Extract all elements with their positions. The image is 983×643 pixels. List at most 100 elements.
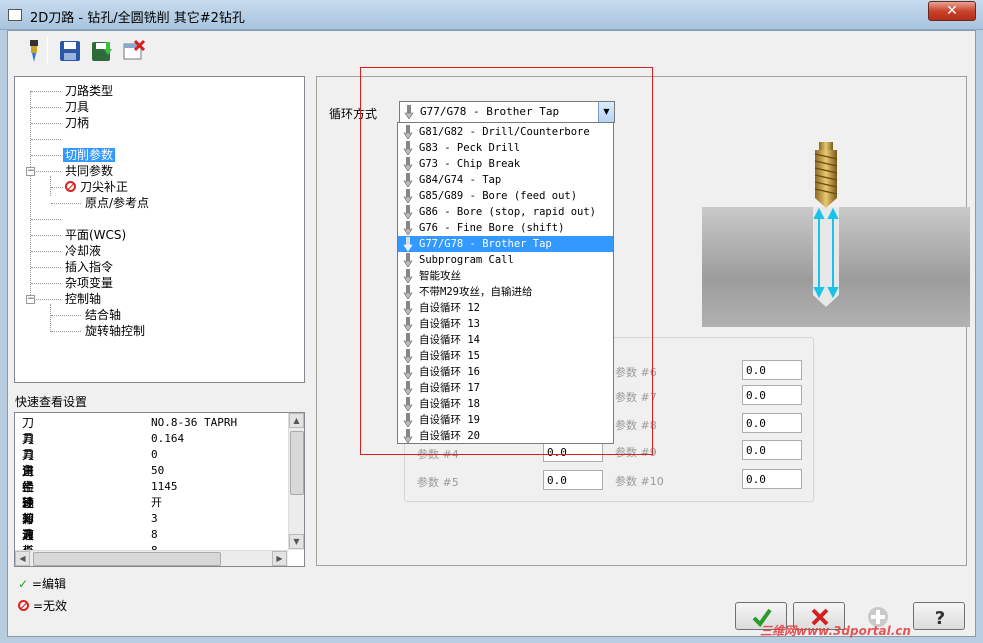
- param-label: 参数 #8: [615, 419, 657, 432]
- tree-item-origin[interactable]: 原点/参考点: [85, 195, 149, 211]
- save-icon[interactable]: [58, 39, 82, 63]
- help-question-icon: ?: [935, 608, 945, 628]
- dropdown-option[interactable]: 自设循环 19: [398, 412, 613, 428]
- dropdown-option[interactable]: 不带M29攻丝，自输进给: [398, 284, 613, 300]
- chevron-down-icon[interactable]: ▼: [598, 102, 614, 122]
- dropdown-option[interactable]: G86 - Bore (stop, rapid out): [398, 204, 613, 220]
- drill-tool-icon[interactable]: [22, 39, 46, 63]
- scroll-down-icon[interactable]: ▼: [289, 534, 304, 549]
- vertical-scrollbar[interactable]: ▲ ▼: [288, 413, 304, 550]
- tree-item-toolpath-type[interactable]: 刀路类型: [65, 83, 113, 99]
- tree-guide: [31, 235, 61, 236]
- tree-item-canned-text[interactable]: 插入指令: [65, 259, 113, 275]
- dropdown-option[interactable]: G83 - Peck Drill: [398, 140, 613, 156]
- scroll-thumb[interactable]: [33, 552, 221, 566]
- tree-item-axis-combo[interactable]: 结合轴: [85, 307, 121, 323]
- quick-view-title: 快速查看设置: [15, 395, 88, 409]
- tree-item-tool[interactable]: 刀具: [65, 99, 89, 115]
- option-label: 自设循环 19: [419, 414, 480, 426]
- tree-guide: [51, 331, 81, 332]
- watermark-text: 三维网www.3dportal.cn: [760, 624, 911, 638]
- dropdown-option[interactable]: G85/G89 - Bore (feed out): [398, 188, 613, 204]
- legend-edit-label: =编辑: [31, 577, 66, 591]
- help-button[interactable]: ?: [913, 602, 965, 630]
- param-label: 参数 #7: [615, 391, 657, 404]
- close-button[interactable]: ✕: [928, 1, 976, 21]
- tree-item-axis-control[interactable]: 控制轴: [65, 291, 101, 307]
- tap-icon: [403, 205, 413, 219]
- scroll-right-icon[interactable]: ▶: [272, 551, 287, 566]
- scroll-thumb[interactable]: [290, 431, 304, 495]
- dropdown-option[interactable]: G84/G74 - Tap: [398, 172, 613, 188]
- cycle-selected-value: G77/G78 - Brother Tap: [420, 105, 560, 118]
- disabled-icon: [65, 181, 76, 192]
- param-6-input[interactable]: 0.0: [742, 360, 802, 380]
- param-4-input[interactable]: 0.0: [543, 442, 603, 462]
- tree-item-common-params[interactable]: 共同参数: [65, 163, 113, 179]
- dropdown-option[interactable]: 智能攻丝: [398, 268, 613, 284]
- dropdown-option[interactable]: 自设循环 18: [398, 396, 613, 412]
- option-label: G76 - Fine Bore (shift): [419, 222, 565, 234]
- dropdown-option[interactable]: 自设循环 20: [398, 428, 613, 444]
- scroll-left-icon[interactable]: ◀: [15, 551, 30, 566]
- tree-item-label: 刀尖补正: [80, 180, 129, 194]
- option-label: 不带M29攻丝，自输进给: [419, 286, 533, 298]
- tree-item-rotary-axis[interactable]: 旋转轴控制: [85, 323, 145, 339]
- dropdown-option[interactable]: 自设循环 16: [398, 364, 613, 380]
- cycle-select[interactable]: G77/G78 - Brother Tap ▼: [399, 101, 615, 123]
- tree-item-cut-params[interactable]: 切削参数: [63, 147, 116, 163]
- cycle-label: 循环方式: [329, 107, 378, 121]
- tap-icon: [403, 301, 413, 315]
- dropdown-option[interactable]: 自设循环 15: [398, 348, 613, 364]
- collapse-icon[interactable]: −: [26, 295, 35, 304]
- param-9-input[interactable]: 0.0: [742, 440, 802, 460]
- option-label: G86 - Bore (stop, rapid out): [419, 206, 597, 218]
- option-label: 自设循环 12: [419, 302, 480, 314]
- tree-item-holder[interactable]: 刀柄: [65, 115, 89, 131]
- tap-icon: [403, 397, 413, 411]
- dropdown-option[interactable]: 自设循环 13: [398, 316, 613, 332]
- collapse-icon[interactable]: −: [26, 167, 35, 176]
- horizontal-scrollbar[interactable]: ◀ ▶: [15, 550, 288, 566]
- cycle-dropdown-list[interactable]: G81/G82 - Drill/Counterbore G83 - Peck D…: [397, 122, 614, 444]
- tap-icon: [404, 105, 414, 119]
- option-label: 自设循环 20: [419, 430, 480, 442]
- tap-icon: [403, 285, 413, 299]
- dropdown-option[interactable]: Subprogram Call: [398, 252, 613, 268]
- dropdown-option[interactable]: G76 - Fine Bore (shift): [398, 220, 613, 236]
- dropdown-option[interactable]: G81/G82 - Drill/Counterbore: [398, 124, 613, 140]
- tree-guide: [31, 283, 61, 284]
- tree-item-label: 切削参数: [63, 148, 116, 162]
- tree-guide: [31, 107, 61, 108]
- parameter-tree[interactable]: 刀路类型 刀具 刀柄 切削参数 − 共同参数 刀尖补正 原点/参考点 平面(WC…: [14, 76, 305, 383]
- tap-icon: [403, 269, 413, 283]
- tree-item-plane[interactable]: 平面(WCS): [65, 227, 126, 243]
- delete-icon[interactable]: [122, 39, 146, 63]
- param-8-input[interactable]: 0.0: [742, 413, 802, 433]
- save-as-icon[interactable]: [90, 39, 114, 63]
- option-label: G84/G74 - Tap: [419, 174, 502, 186]
- check-icon: ✓: [18, 577, 29, 591]
- scroll-up-icon[interactable]: ▲: [289, 413, 304, 428]
- param-10-input[interactable]: 0.0: [742, 469, 802, 489]
- param-5-input[interactable]: 0.0: [543, 470, 603, 490]
- tree-item-tip-comp[interactable]: 刀尖补正: [65, 179, 128, 195]
- dropdown-option[interactable]: 自设循环 14: [398, 332, 613, 348]
- tap-icon: [403, 365, 413, 379]
- quick-view-list[interactable]: 刀具 NO.8-36 TAPRH 刀具直径 0.164 刀角半径 0 进给速率 50 主…: [14, 412, 305, 567]
- dropdown-option[interactable]: G73 - Chip Break: [398, 156, 613, 172]
- tree-guide: [51, 187, 63, 188]
- row-value: 0.164: [151, 432, 185, 445]
- dropdown-option-selected[interactable]: G77/G78 - Brother Tap: [398, 236, 613, 252]
- tree-guide: [50, 304, 51, 332]
- row-value: NO.8-36 TAPRH: [151, 416, 238, 429]
- tree-guide: [31, 91, 61, 92]
- tree-item-misc-values[interactable]: 杂项变量: [65, 275, 113, 291]
- option-label: G73 - Chip Break: [419, 158, 521, 170]
- option-label: 自设循环 15: [419, 350, 480, 362]
- option-label: G83 - Peck Drill: [419, 142, 521, 154]
- tree-item-coolant[interactable]: 冷却液: [65, 243, 101, 259]
- param-7-input[interactable]: 0.0: [742, 385, 802, 405]
- dropdown-option[interactable]: 自设循环 17: [398, 380, 613, 396]
- dropdown-option[interactable]: 自设循环 12: [398, 300, 613, 316]
